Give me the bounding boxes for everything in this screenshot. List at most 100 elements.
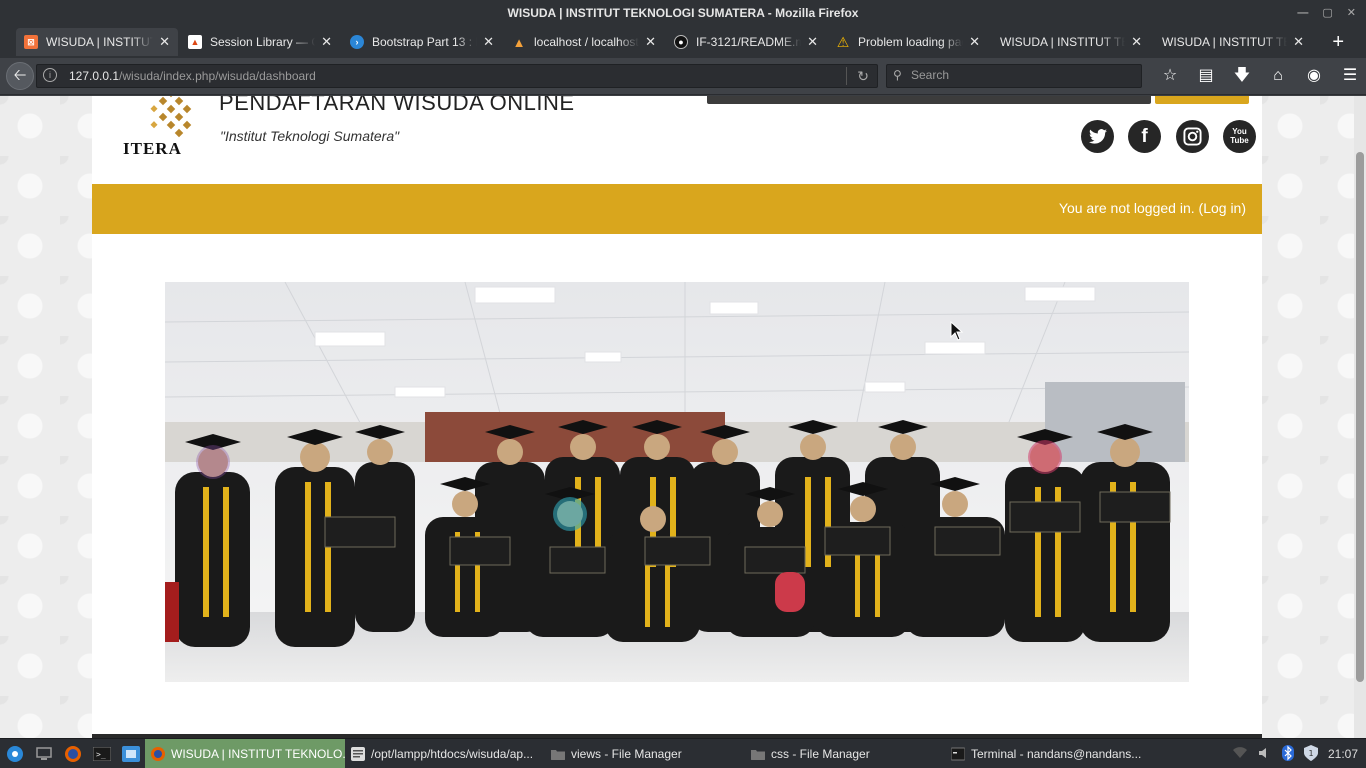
bookmark-star-icon[interactable]: ☆ xyxy=(1152,64,1188,88)
new-tab-icon[interactable]: + xyxy=(1332,30,1344,54)
minimize-icon[interactable]: — xyxy=(1297,0,1308,26)
app-menu-icon[interactable] xyxy=(0,739,29,768)
back-arrow-icon[interactable]: 🡠 xyxy=(6,62,34,90)
tab-label: WISUDA | INSTITUT TEKNOLOGI SUMATERA xyxy=(1000,35,1125,49)
svg-text:>_: >_ xyxy=(96,750,106,759)
taskbar-task-firefox[interactable]: WISUDA | INSTITUT TEKNOLO... xyxy=(145,738,345,768)
tab-close-icon[interactable]: ✕ xyxy=(159,34,170,50)
header-gold-button[interactable] xyxy=(1155,96,1249,104)
tab-problem-loading[interactable]: ⚠ Problem loading page ✕ xyxy=(828,28,988,56)
navigation-toolbar: 🡠 i 127.0.0.1/wisuda/index.php/wisuda/da… xyxy=(0,58,1366,95)
window-controls: — ▢ ✕ xyxy=(1297,0,1356,26)
search-icon: ⚲ xyxy=(893,68,902,82)
terminal-launcher-icon[interactable]: >_ xyxy=(87,739,116,768)
reading-list-icon[interactable]: ▤ xyxy=(1188,64,1224,88)
graduation-photo xyxy=(165,282,1189,682)
tab-close-icon[interactable]: ✕ xyxy=(483,34,494,50)
tab-close-icon[interactable]: ✕ xyxy=(969,34,980,50)
tab-close-icon[interactable]: ✕ xyxy=(1131,34,1142,50)
site-title: PENDAFTARAN WISUDA ONLINE xyxy=(219,96,575,115)
close-window-icon[interactable]: ✕ xyxy=(1347,0,1356,26)
folder-icon xyxy=(751,749,765,760)
search-input[interactable] xyxy=(911,68,1131,82)
tab-close-icon[interactable]: ✕ xyxy=(645,34,656,50)
text-editor-icon xyxy=(351,746,365,761)
codeigniter-icon: ▲ xyxy=(188,35,202,49)
login-link[interactable]: (Log in) xyxy=(1199,200,1246,216)
reload-icon[interactable]: ↻ xyxy=(857,68,869,85)
taskbar-task-css-folder[interactable]: css - File Manager xyxy=(745,739,945,768)
twitter-icon[interactable] xyxy=(1081,120,1114,153)
github-icon: ● xyxy=(674,35,688,49)
taskbar-task-terminal[interactable]: Terminal - nandans@nandans... xyxy=(945,739,1145,768)
page-container: ITERA PENDAFTARAN WISUDA ONLINE "Institu… xyxy=(92,96,1262,738)
show-desktop-icon[interactable] xyxy=(29,739,58,768)
bootstrap-icon: › xyxy=(350,35,364,49)
wifi-icon[interactable] xyxy=(1232,746,1248,762)
site-subtitle: "Institut Teknologi Sumatera" xyxy=(220,128,400,144)
mouse-cursor-icon xyxy=(950,321,964,341)
toolbar-icons: ☆ ▤ 🡇 ⌂ ◉ ☰ xyxy=(1152,64,1366,88)
tab-session-library[interactable]: ▲ Session Library — CodeIgniter ✕ xyxy=(180,28,340,56)
page-scrollbar[interactable] xyxy=(1354,96,1366,738)
window-title: WISUDA | INSTITUT TEKNOLOGI SUMATERA - M… xyxy=(507,6,859,20)
url-separator xyxy=(846,67,847,85)
phpmyadmin-icon: ▲ xyxy=(512,34,526,50)
taskbar-task-views-folder[interactable]: views - File Manager xyxy=(545,739,745,768)
hamburger-menu-icon[interactable]: ☰ xyxy=(1332,64,1366,88)
pocket-icon[interactable]: ◉ xyxy=(1296,64,1332,88)
system-tray: 1 21:07 xyxy=(1232,739,1358,768)
tab-label: Bootstrap Part 13 : Membuat xyxy=(372,35,477,49)
firefox-launcher-icon[interactable] xyxy=(58,739,87,768)
bluetooth-icon[interactable] xyxy=(1281,744,1294,764)
svg-text:1: 1 xyxy=(1308,749,1313,758)
tab-wisuda-2[interactable]: WISUDA | INSTITUT TEKNOLOGI SUMATERA ✕ xyxy=(990,28,1150,56)
info-icon[interactable]: i xyxy=(43,68,57,82)
header-dark-strip xyxy=(707,96,1151,104)
download-icon[interactable]: 🡇 xyxy=(1224,64,1260,88)
tab-close-icon[interactable]: ✕ xyxy=(1293,34,1304,50)
logo-wordmark: ITERA xyxy=(123,139,182,158)
maximize-icon[interactable]: ▢ xyxy=(1322,0,1332,26)
tab-wisuda-3[interactable]: WISUDA | INSTITUT TEKNOLOGI SUMATERA ✕ xyxy=(1152,28,1312,56)
tab-label: WISUDA | INSTITUT TEKNOLOGI SUMATERA xyxy=(1162,35,1287,49)
login-status: You are not logged in. (Log in) xyxy=(1059,200,1246,216)
warning-icon: ⚠ xyxy=(836,33,850,50)
graduation-group-illustration xyxy=(165,282,1189,682)
search-box[interactable]: ⚲ xyxy=(886,64,1142,88)
tab-label: Problem loading page xyxy=(858,35,964,49)
update-shield-icon[interactable]: 1 xyxy=(1303,744,1318,764)
tab-strip: ⊠ WISUDA | INSTITUT TEKNOLOGI SUMATERA ✕… xyxy=(0,26,1366,58)
taskbar: >_ WISUDA | INSTITUT TEKNOLO... /opt/lam… xyxy=(0,738,1366,768)
url-text[interactable]: 127.0.0.1/wisuda/index.php/wisuda/dashbo… xyxy=(69,69,316,83)
file-manager-launcher-icon[interactable] xyxy=(116,739,145,768)
window-titlebar: WISUDA | INSTITUT TEKNOLOGI SUMATERA - M… xyxy=(0,0,1366,26)
tab-close-icon[interactable]: ✕ xyxy=(321,34,332,50)
login-status-text: You are not logged in. xyxy=(1058,200,1195,216)
tab-phpmyadmin[interactable]: ▲ localhost / localhost / wisuda ✕ xyxy=(504,28,664,56)
scrollbar-thumb[interactable] xyxy=(1356,152,1364,682)
quick-launch: >_ xyxy=(0,739,145,768)
url-bar[interactable]: i 127.0.0.1/wisuda/index.php/wisuda/dash… xyxy=(36,64,878,88)
tab-label: IF-3121/README.md xyxy=(696,35,802,49)
tab-bootstrap[interactable]: › Bootstrap Part 13 : Membuat ✕ xyxy=(342,28,502,56)
youtube-icon[interactable]: You Tube xyxy=(1223,120,1256,153)
taskbar-task-editor[interactable]: /opt/lampp/htdocs/wisuda/ap... xyxy=(345,739,545,768)
tab-label: Session Library — CodeIgniter xyxy=(210,35,315,49)
instagram-icon[interactable] xyxy=(1176,120,1209,153)
terminal-icon xyxy=(951,747,965,760)
tab-label: WISUDA | INSTITUT TEKNOLOGI SUMATERA xyxy=(46,35,154,49)
tab-wisuda-dashboard[interactable]: ⊠ WISUDA | INSTITUT TEKNOLOGI SUMATERA ✕ xyxy=(16,28,178,56)
login-status-bar: You are not logged in. (Log in) xyxy=(92,184,1262,234)
firefox-icon xyxy=(151,746,165,761)
web-content[interactable]: ITERA PENDAFTARAN WISUDA ONLINE "Institu… xyxy=(0,96,1366,738)
tab-label: localhost / localhost / wisuda xyxy=(534,35,639,49)
clock[interactable]: 21:07 xyxy=(1328,747,1358,761)
folder-icon xyxy=(551,749,565,760)
tab-github-readme[interactable]: ● IF-3121/README.md ✕ xyxy=(666,28,826,56)
facebook-icon[interactable]: f xyxy=(1128,120,1161,153)
tab-close-icon[interactable]: ✕ xyxy=(807,34,818,50)
home-icon[interactable]: ⌂ xyxy=(1260,64,1296,88)
volume-icon[interactable] xyxy=(1258,747,1272,762)
xampp-icon: ⊠ xyxy=(24,35,38,49)
